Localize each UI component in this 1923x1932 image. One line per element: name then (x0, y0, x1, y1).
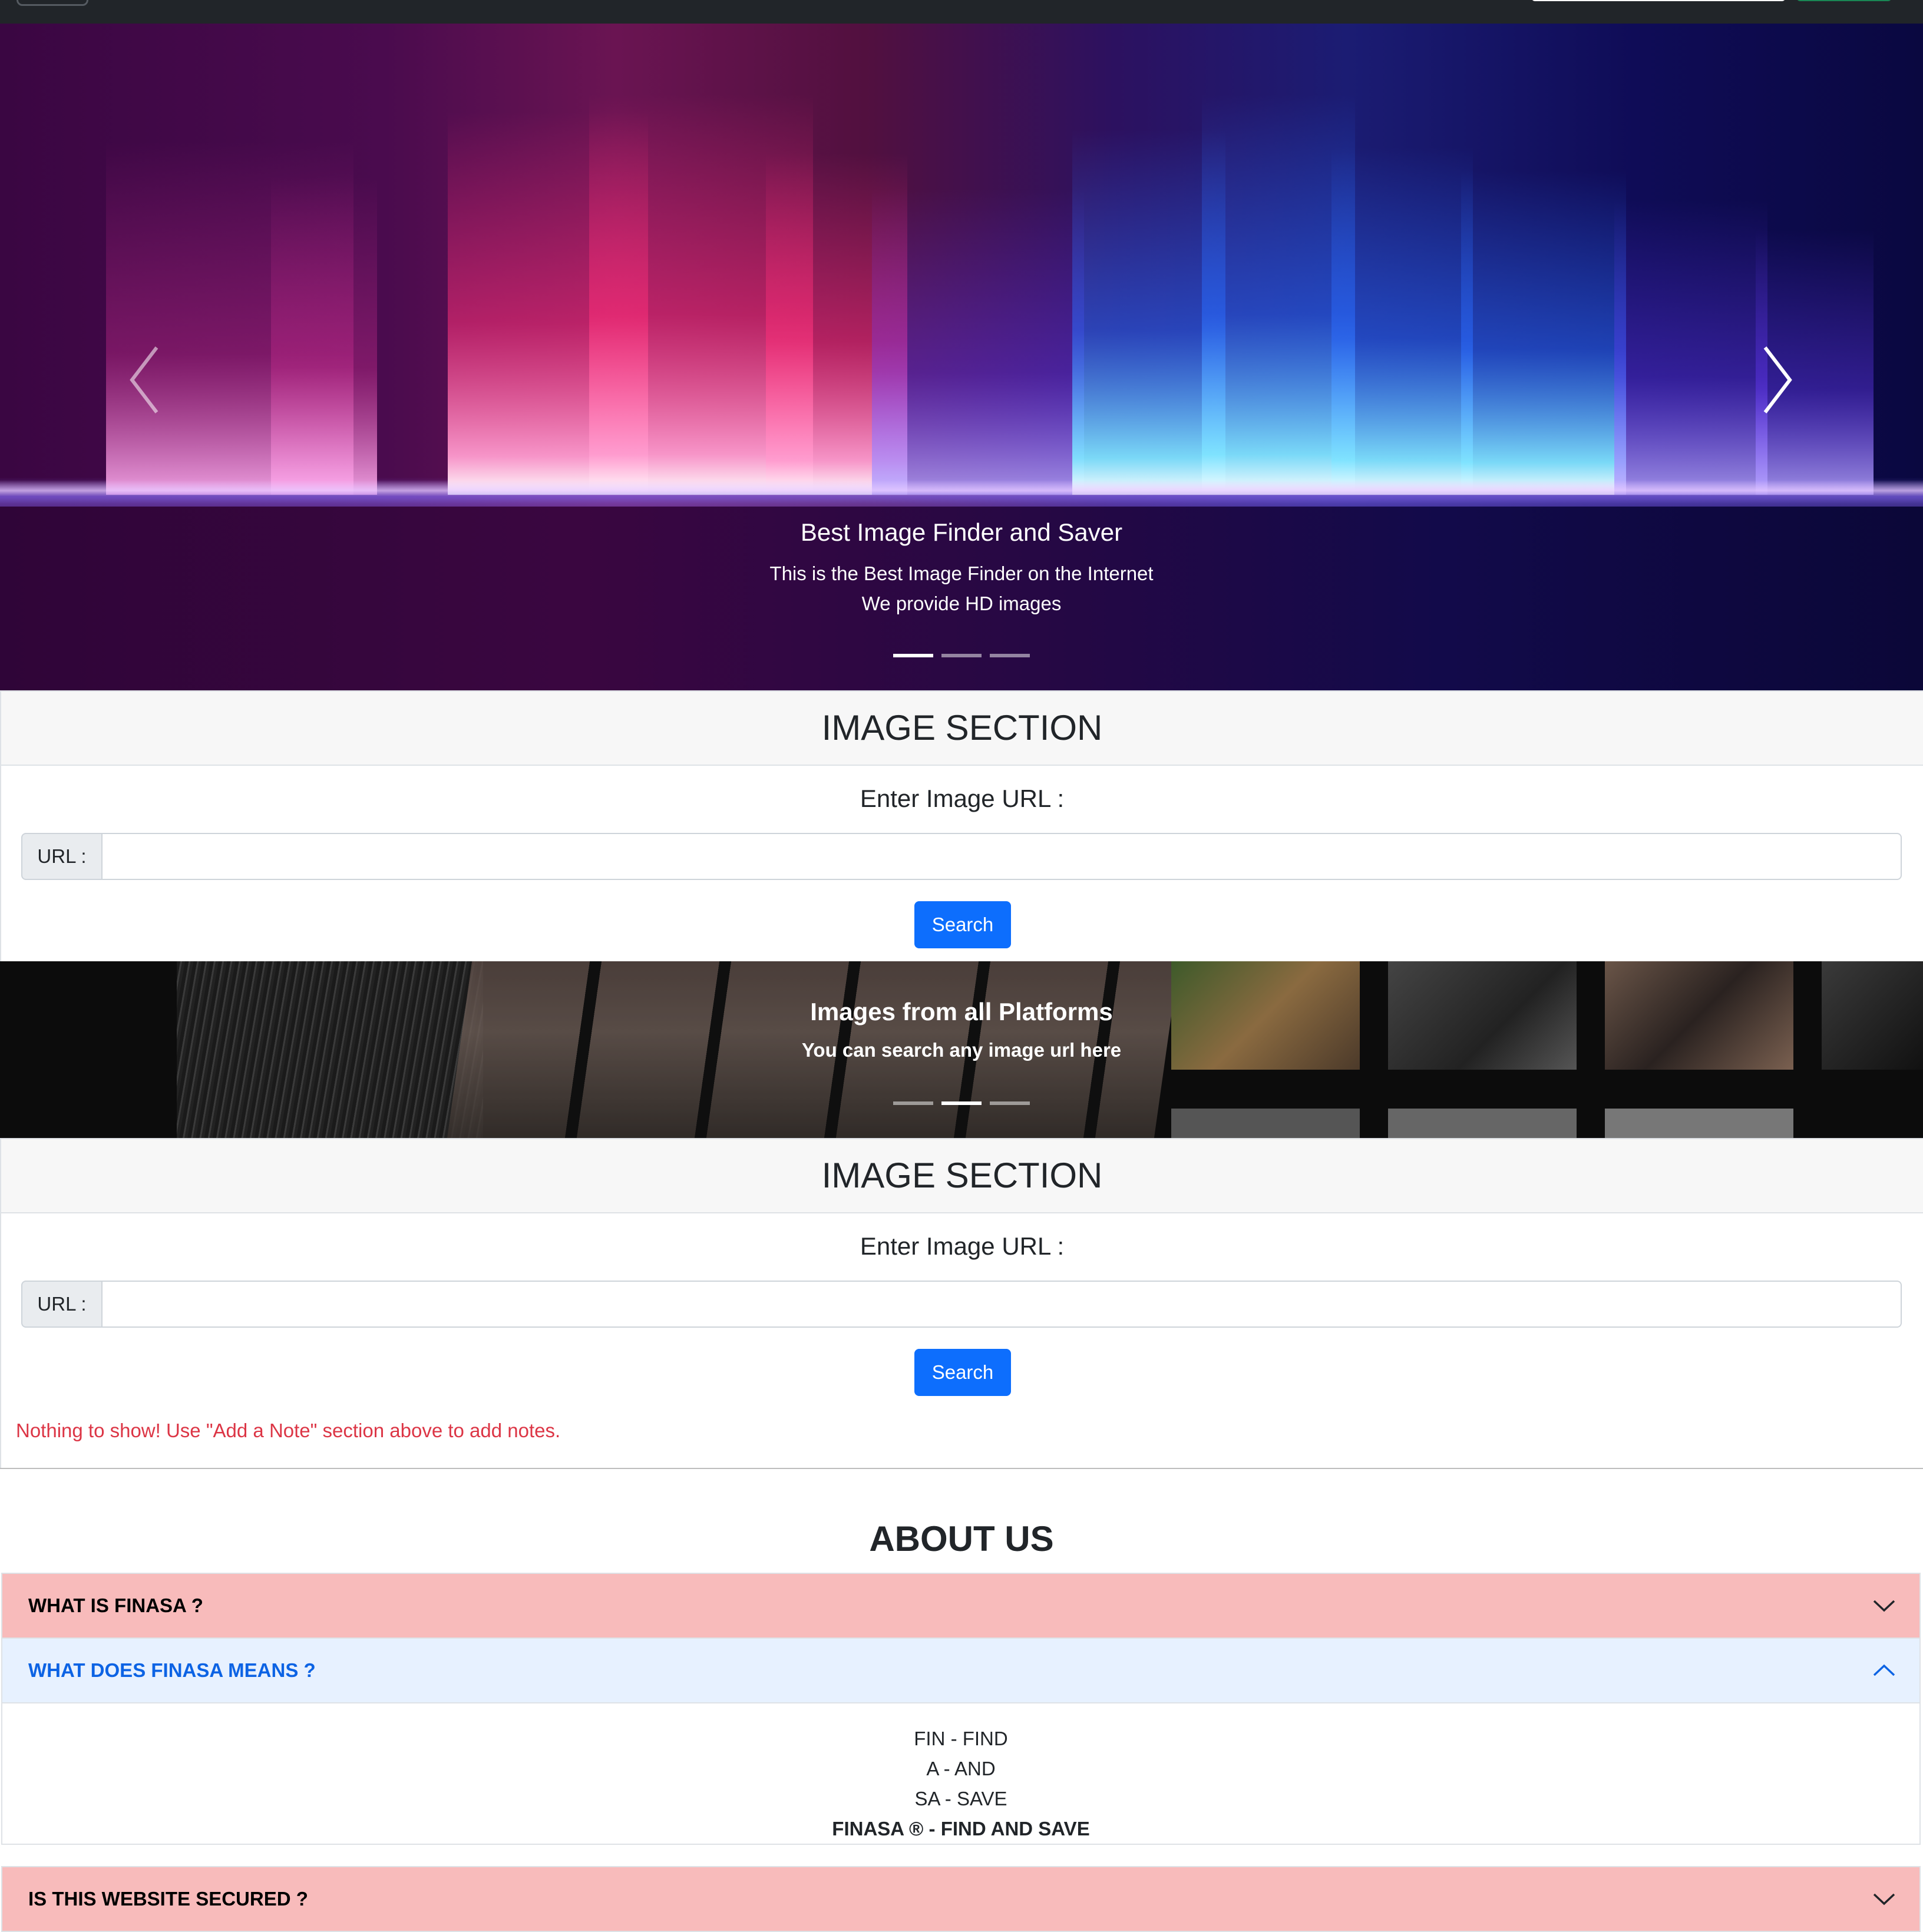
card-body: Enter Image URL : URL : Search (1, 1213, 1923, 1396)
carousel-prev-button[interactable] (124, 342, 165, 418)
meaning-line: A - AND (926, 1758, 996, 1779)
accordion-label: WHAT IS FINASA ? (28, 1594, 203, 1616)
accordion-label: WHAT DOES FINASA MEANS ? (28, 1659, 316, 1681)
band-indicators (0, 1101, 1923, 1105)
chevron-down-icon (1873, 1893, 1895, 1905)
accordion-item-finasa-meaning: WHAT DOES FINASA MEANS ? FIN - FIND A - … (1, 1637, 1921, 1845)
thumbnail-image (1171, 1109, 1360, 1138)
meaning-line: SA - SAVE (914, 1788, 1007, 1809)
chevron-left-icon (130, 346, 158, 413)
empty-notes-message: Nothing to show! Use "Add a Note" sectio… (16, 1420, 561, 1441)
section-title: IMAGE SECTION (821, 1156, 1103, 1195)
image-section-card: IMAGE SECTION Enter Image URL : URL : Se… (0, 690, 1923, 964)
carousel-next-button[interactable] (1757, 342, 1798, 418)
search-button[interactable]: Search (914, 901, 1011, 948)
card-header: IMAGE SECTION (1, 1139, 1923, 1213)
accordion-button[interactable]: IS THIS WEBSITE SECURED ? (2, 1867, 1919, 1931)
carousel-indicator[interactable] (990, 654, 1030, 657)
meaning-line: FIN - FIND (914, 1728, 1008, 1749)
navbar-search-input[interactable] (1532, 0, 1785, 1)
url-input-group: URL : (21, 833, 1902, 880)
thumbnail-image (1605, 1109, 1793, 1138)
accordion-item-what-is-finasa: WHAT IS FINASA ? (1, 1573, 1921, 1639)
accordion-button[interactable]: WHAT DOES FINASA MEANS ? (2, 1639, 1919, 1703)
aurora-image (106, 94, 1874, 495)
carousel-caption-title: Images from all Platforms (810, 998, 1113, 1025)
chevron-right-icon (1763, 346, 1792, 413)
aurora-horizon (0, 480, 1923, 504)
url-label: Enter Image URL : (860, 785, 1065, 812)
card-header: IMAGE SECTION (1, 692, 1923, 766)
hero-caption-text: We provide HD images (861, 593, 1062, 614)
carousel-indicator[interactable] (990, 1101, 1030, 1105)
url-input[interactable] (103, 1281, 1902, 1328)
hero-caption-text: This is the Best Image Finder on the Int… (769, 563, 1154, 584)
url-input-group: URL : (21, 1281, 1902, 1328)
url-label: Enter Image URL : (860, 1232, 1065, 1260)
carousel-indicator[interactable] (941, 1101, 982, 1105)
accordion-button[interactable]: WHAT IS FINASA ? (2, 1574, 1919, 1637)
meaning-summary: FINASA ® - FIND AND SAVE (832, 1818, 1090, 1840)
hero-indicators (0, 654, 1923, 657)
hero-carousel: Best Image Finder and Saver This is the … (0, 24, 1923, 691)
section-title: IMAGE SECTION (821, 708, 1103, 747)
carousel-indicator[interactable] (893, 654, 933, 657)
chevron-up-icon (1873, 1664, 1895, 1676)
accordion-label: IS THIS WEBSITE SECURED ? (28, 1888, 308, 1910)
platforms-carousel: Images from all Platforms You can search… (0, 961, 1923, 1138)
url-prefix: URL : (21, 1281, 103, 1328)
card-body: Enter Image URL : URL : Search (1, 766, 1923, 948)
url-input[interactable] (103, 833, 1902, 880)
hero-caption-title: Best Image Finder and Saver (800, 518, 1123, 546)
carousel-indicator[interactable] (941, 654, 982, 657)
search-button[interactable]: Search (914, 1349, 1011, 1396)
accordion-body: FIN - FIND A - AND SA - SAVE FINASA ® - … (2, 1703, 1919, 1844)
top-navbar (0, 0, 1923, 24)
navbar-search-button[interactable] (1797, 0, 1891, 1)
navbar-toggler-button[interactable] (16, 0, 88, 6)
accordion-item-website-secured: IS THIS WEBSITE SECURED ? (1, 1866, 1921, 1932)
chevron-down-icon (1873, 1600, 1895, 1612)
thumbnail-image (1388, 1109, 1577, 1138)
url-prefix: URL : (21, 833, 103, 880)
carousel-indicator[interactable] (893, 1101, 933, 1105)
divider (0, 1468, 1923, 1469)
carousel-caption-text: You can search any image url here (801, 1039, 1122, 1061)
about-title: ABOUT US (869, 1519, 1054, 1559)
